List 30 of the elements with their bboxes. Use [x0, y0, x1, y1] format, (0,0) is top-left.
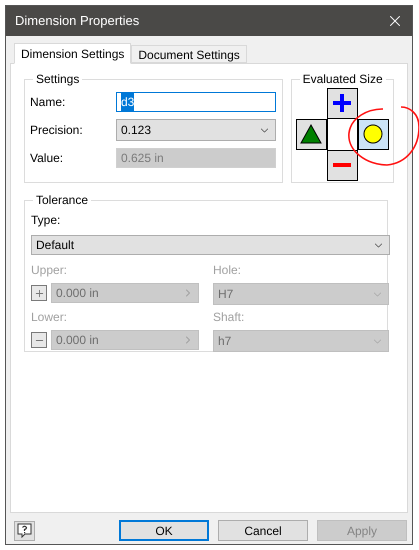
triangle-icon: [300, 124, 322, 144]
field-label: Type:: [31, 213, 62, 227]
tab[interactable]: Document Settings: [131, 45, 247, 63]
plus-icon: [34, 288, 44, 298]
evaluated-size-button[interactable]: [326, 150, 358, 180]
group-title: Tolerance: [33, 193, 92, 207]
help-button[interactable]: [14, 520, 35, 540]
dialog-button[interactable]: OK: [119, 520, 209, 541]
field-label: Name:: [30, 94, 66, 111]
field-label: Precision:: [30, 122, 84, 139]
field-label: Shaft:: [213, 310, 246, 324]
field-label: Lower:: [31, 310, 68, 324]
group-title: Evaluated Size: [300, 72, 386, 86]
group-title: Settings: [33, 72, 82, 86]
freehand-loop: [348, 106, 419, 166]
help-bubble-icon: [17, 523, 32, 538]
tab[interactable]: Dimension Settings: [14, 43, 132, 64]
plus-icon: [333, 94, 352, 112]
evaluated-size-button[interactable]: [358, 118, 389, 150]
field-label: Upper:: [31, 263, 68, 277]
dialog-button[interactable]: Cancel: [218, 520, 308, 541]
evaluated-size-button[interactable]: [326, 88, 358, 118]
field-label: Hole:: [213, 263, 242, 277]
field-label: Value:: [30, 150, 64, 167]
evaluated-size-button[interactable]: [296, 118, 327, 150]
circle-icon: [363, 124, 384, 144]
precision-dropdown[interactable]: 0.123: [116, 119, 276, 141]
minus-icon: [333, 163, 352, 167]
name-field[interactable]: d3: [116, 92, 276, 112]
window-title: Dimension Properties: [15, 12, 140, 30]
